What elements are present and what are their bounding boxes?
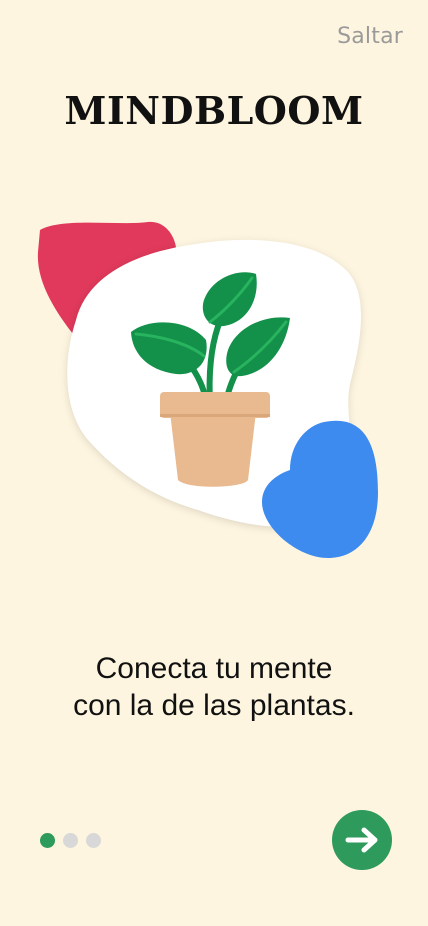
plant-illustration bbox=[37, 221, 378, 558]
page-dot-1[interactable] bbox=[40, 833, 55, 848]
page-indicator bbox=[40, 833, 101, 848]
skip-button[interactable]: Saltar bbox=[337, 24, 403, 49]
arrow-right-icon bbox=[345, 827, 378, 853]
onboarding-headline: Conecta tu mente con la de las plantas. bbox=[0, 650, 428, 724]
headline-line-1: Conecta tu mente bbox=[95, 652, 333, 685]
app-title: MINDBLOOM bbox=[64, 88, 364, 133]
headline-line-2: con la de las plantas. bbox=[73, 689, 355, 722]
page-dot-2[interactable] bbox=[63, 833, 78, 848]
page-dot-3[interactable] bbox=[86, 833, 101, 848]
onboarding-screen: Saltar MINDBLOOM Conecta tu mente con la… bbox=[0, 0, 428, 926]
next-button[interactable] bbox=[332, 810, 392, 870]
